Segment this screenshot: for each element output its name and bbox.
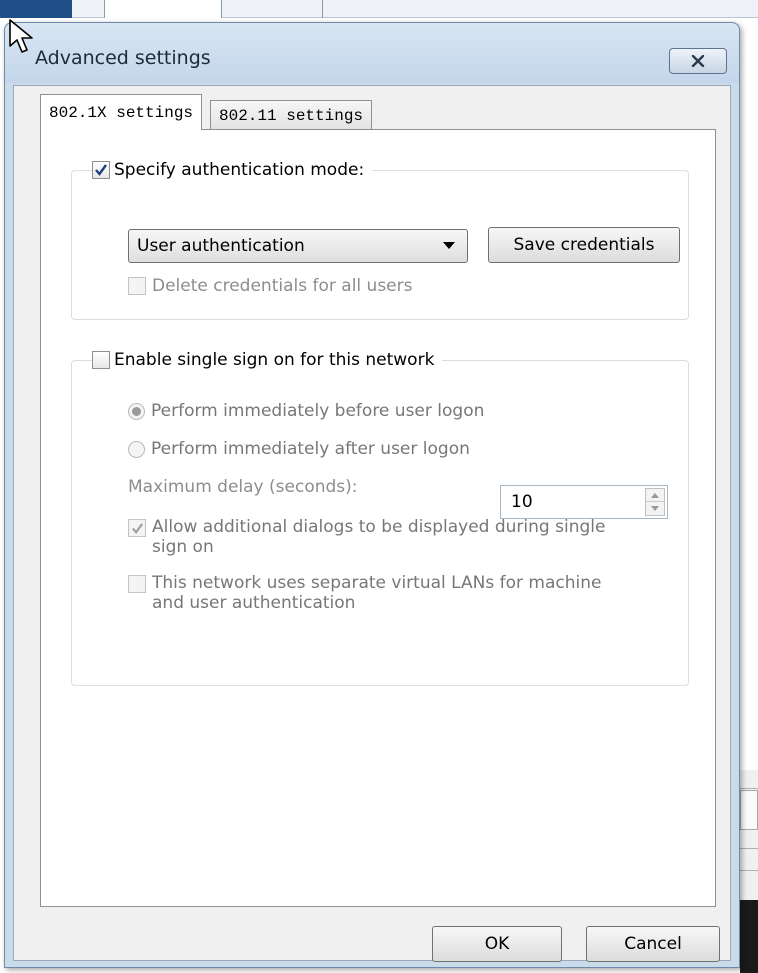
separate-vlans-row: This network uses separate virtual LANs … [128, 573, 601, 613]
tab-label: 802.1X settings [49, 103, 194, 122]
allow-dialogs-checkbox[interactable] [128, 519, 146, 537]
background-line [740, 870, 758, 871]
title-bar[interactable]: Advanced settings [5, 23, 739, 83]
allow-dialogs-row: Allow additional dialogs to be displayed… [128, 517, 605, 557]
close-x-icon [691, 55, 705, 67]
checkmark-icon [95, 164, 107, 176]
mouse-pointer-icon [9, 19, 33, 53]
radio-after-row: Perform immediately after user logon [128, 439, 470, 459]
dialog-client-area: 802.1X settings 802.11 settings Specify … [13, 85, 731, 962]
sso-header: Enable single sign on for this network [92, 347, 443, 373]
auth-mode-value: User authentication [137, 236, 305, 256]
specify-auth-mode-label[interactable]: Specify authentication mode: [114, 160, 364, 180]
tab-802-11-settings[interactable]: 802.11 settings [210, 100, 373, 130]
perform-before-logon-radio[interactable] [128, 402, 145, 420]
tab-802-1x-settings[interactable]: 802.1X settings [40, 94, 203, 130]
allow-dialogs-text: Allow additional dialogs to be displayed… [152, 517, 605, 557]
background-scrollbar [740, 790, 758, 830]
spin-down-icon [651, 506, 659, 511]
save-credentials-label: Save credentials [513, 235, 655, 255]
delete-credentials-label: Delete credentials for all users [152, 276, 413, 296]
perform-after-logon-radio[interactable] [128, 440, 145, 458]
radio-dot [132, 406, 141, 416]
separate-vlans-checkbox[interactable] [128, 575, 146, 593]
single-sign-on-group: Enable single sign on for this network P… [71, 347, 689, 686]
tab-panel-802-1x: Specify authentication mode: User authen… [40, 129, 716, 907]
enable-sso-checkbox[interactable] [92, 351, 110, 369]
spinner-buttons [645, 488, 665, 516]
max-delay-row: Maximum delay (seconds): [128, 477, 358, 497]
separate-vlans-label-line1: This network uses separate virtual LANs … [152, 573, 602, 593]
allow-dialogs-label-line1: Allow additional dialogs to be displayed… [152, 517, 606, 537]
max-delay-label: Maximum delay (seconds): [128, 477, 358, 497]
separate-vlans-label-line2: and user authentication [152, 593, 356, 613]
max-delay-value: 10 [511, 492, 533, 512]
triangle-down-icon [443, 242, 455, 249]
background-window-strip [0, 0, 758, 18]
tab-label: 802.11 settings [219, 106, 364, 125]
checkmark-icon [131, 522, 143, 534]
auth-mode-group: Specify authentication mode: User authen… [71, 157, 689, 320]
dialog-title: Advanced settings [35, 47, 211, 69]
delete-credentials-checkbox[interactable] [128, 277, 146, 295]
advanced-settings-dialog: Advanced settings 802.1X settings 802.11… [4, 22, 740, 968]
max-delay-spinner[interactable]: 10 [500, 485, 668, 519]
delete-credentials-row: Delete credentials for all users [128, 276, 412, 296]
auth-mode-dropdown[interactable]: User authentication [128, 229, 468, 263]
spin-up-button[interactable] [646, 489, 664, 502]
close-button[interactable] [669, 48, 727, 74]
perform-before-logon-label: Perform immediately before user logon [151, 401, 485, 421]
cancel-button[interactable]: Cancel [586, 926, 720, 962]
background-line [740, 848, 758, 849]
perform-after-logon-label: Perform immediately after user logon [151, 439, 470, 459]
radio-before-row: Perform immediately before user logon [128, 401, 484, 421]
ok-button[interactable]: OK [432, 926, 562, 962]
allow-dialogs-label-line2: sign on [152, 537, 214, 557]
auth-mode-header: Specify authentication mode: [92, 157, 373, 183]
enable-sso-label[interactable]: Enable single sign on for this network [114, 350, 434, 370]
spin-down-button[interactable] [646, 502, 664, 515]
cancel-label: Cancel [624, 934, 682, 954]
specify-auth-mode-checkbox[interactable] [92, 161, 110, 179]
ok-label: OK [484, 934, 510, 954]
background-line [740, 788, 758, 789]
background-window-accent [0, 0, 72, 18]
background-taskbar-edge [740, 900, 758, 973]
save-credentials-button[interactable]: Save credentials [488, 227, 680, 263]
spin-up-icon [651, 492, 659, 498]
separate-vlans-text: This network uses separate virtual LANs … [152, 573, 601, 613]
background-divider [322, 0, 323, 18]
background-tab-stub [104, 0, 222, 18]
